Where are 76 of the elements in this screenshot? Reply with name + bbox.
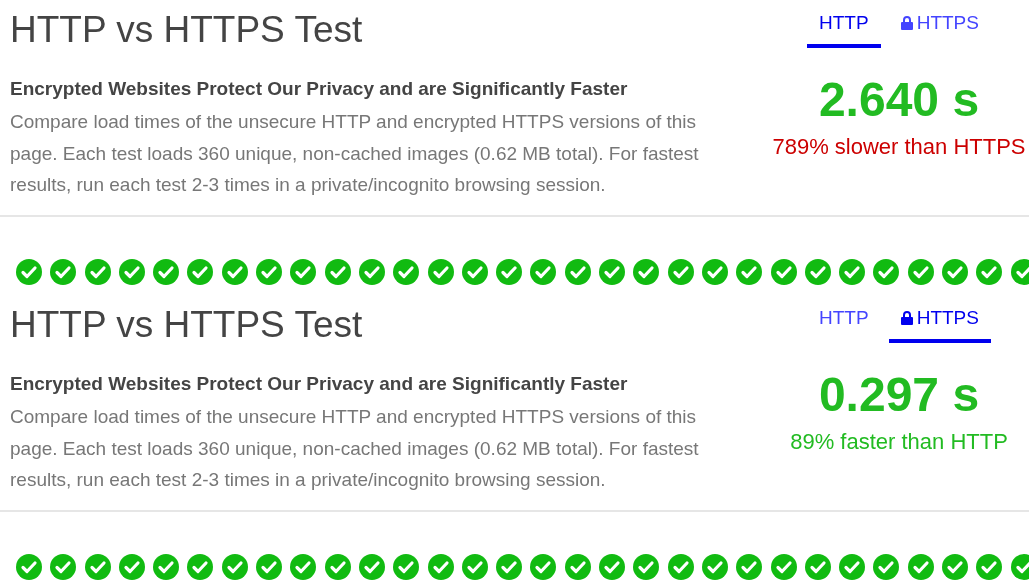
check-icon <box>290 554 317 580</box>
check-icon <box>839 554 866 580</box>
load-time: 0.297 s <box>818 367 980 423</box>
check-icon <box>496 554 523 580</box>
check-icon <box>84 554 111 580</box>
check-icon <box>667 554 694 580</box>
load-time: 2.640 s <box>818 72 980 128</box>
check-icon <box>393 259 420 285</box>
protocol-tab[interactable]: HTTP <box>807 8 881 48</box>
check-icon <box>1010 259 1029 285</box>
check-icon <box>804 554 831 580</box>
check-icon <box>256 554 283 580</box>
lock-icon <box>900 311 913 325</box>
check-icon <box>530 554 557 580</box>
check-icon <box>393 554 420 580</box>
check-icon <box>324 554 351 580</box>
check-icon <box>873 554 900 580</box>
check-icon <box>118 554 145 580</box>
check-icon <box>153 259 180 285</box>
check-icon <box>770 554 797 580</box>
check-icon <box>16 259 42 285</box>
check-icon <box>290 259 317 285</box>
check-icon <box>16 554 42 580</box>
check-icon <box>358 259 385 285</box>
check-icon <box>187 259 214 285</box>
check-icon <box>50 554 77 580</box>
check-icon <box>153 554 180 580</box>
check-icon <box>633 259 660 285</box>
check-icon <box>839 259 866 285</box>
check-icon <box>873 259 900 285</box>
lock-icon <box>900 16 913 30</box>
check-icon <box>804 259 831 285</box>
check-icon <box>50 259 77 285</box>
check-icon <box>942 259 968 285</box>
check-icon <box>358 554 385 580</box>
check-icon <box>736 259 763 285</box>
check-icon <box>907 259 934 285</box>
check-icon <box>530 259 557 285</box>
check-icon <box>907 554 934 580</box>
check-icon <box>667 259 694 285</box>
check-icon <box>84 259 111 285</box>
section-heading: Encrypted Websites Protect Our Privacy and are Significantly Faster <box>10 77 629 101</box>
check-icon <box>324 259 351 285</box>
page-title: HTTP vs HTTPS Test <box>10 303 364 347</box>
check-icon <box>564 554 591 580</box>
check-icon <box>599 554 626 580</box>
check-icon <box>187 554 214 580</box>
protocol-tab[interactable]: HTTPS <box>888 303 991 343</box>
check-icon <box>256 259 283 285</box>
check-icon <box>461 259 488 285</box>
check-icon <box>427 259 454 285</box>
check-icon <box>118 259 145 285</box>
check-icon <box>976 554 1003 580</box>
check-icon <box>701 259 728 285</box>
check-icon <box>942 554 968 580</box>
description-text: Compare load times of the unsecure HTTP and encrypted HTTPS versions of this page. Each test loads 360 unique, non-cached images (0.62 MB total). For fastest results, run each test 2-3 times in a private/incognito browsing session. <box>10 110 700 197</box>
section-heading: Encrypted Websites Protect Our Privacy and are Significantly Faster <box>10 372 629 396</box>
check-icon <box>221 259 248 285</box>
check-icon <box>701 554 728 580</box>
page-title: HTTP vs HTTPS Test <box>10 8 364 52</box>
check-icon <box>1010 554 1029 580</box>
check-icon <box>461 554 488 580</box>
comparison-text: 89% faster than HTTP <box>790 429 1008 455</box>
check-icon <box>736 554 763 580</box>
check-icon <box>564 259 591 285</box>
comparison-text: 789% slower than HTTPS <box>772 134 1026 160</box>
check-icon <box>221 554 248 580</box>
description-text: Compare load times of the unsecure HTTP and encrypted HTTPS versions of this page. Each test loads 360 unique, non-cached images (0.62 MB total). For fastest results, run each test 2-3 times in a private/incognito browsing session. <box>10 405 700 492</box>
protocol-tab[interactable]: HTTP <box>807 303 881 343</box>
check-icon <box>427 554 454 580</box>
check-icon <box>599 259 626 285</box>
check-icon <box>496 259 523 285</box>
check-icon <box>633 554 660 580</box>
check-icon <box>770 259 797 285</box>
protocol-tab[interactable]: HTTPS <box>888 8 991 48</box>
check-icon <box>976 259 1003 285</box>
